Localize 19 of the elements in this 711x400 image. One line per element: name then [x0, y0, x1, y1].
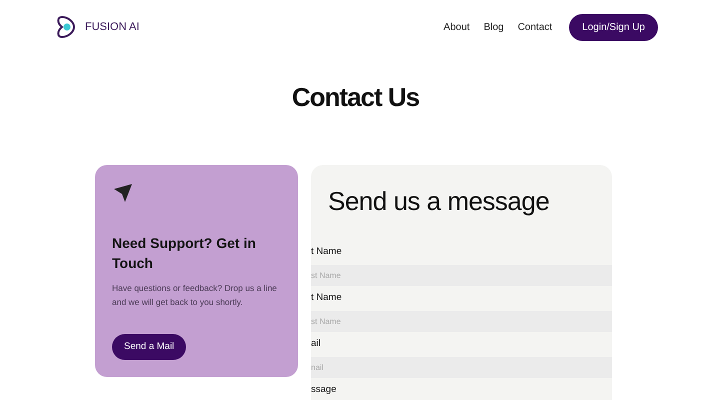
send-mail-button[interactable]: Send a Mail [112, 334, 186, 360]
input-field[interactable]: st Name [311, 265, 612, 286]
form-title: Send us a message [328, 185, 550, 218]
nav-link[interactable]: Blog [484, 20, 504, 34]
send-icon [113, 183, 133, 203]
login-button[interactable]: Login/Sign Up [569, 14, 658, 40]
nav-link[interactable]: About [444, 20, 470, 34]
field-label: ail [311, 337, 322, 351]
page-title: Contact Us [290, 81, 420, 114]
nav-link[interactable]: Contact [518, 20, 552, 34]
card-title: Need Support? Get in Touch [112, 234, 257, 273]
input-field[interactable]: st Name [311, 311, 612, 332]
field-label: ssage [311, 383, 338, 397]
brand-name: FUSION AI [85, 20, 140, 35]
field-label: t Name [311, 291, 343, 305]
input-field[interactable]: nail [311, 357, 612, 378]
field-label: t Name [311, 245, 343, 259]
card-text: Have questions or feedback? Drop us a line and we will get back to you shortly. [112, 282, 278, 309]
logo-icon [56, 15, 76, 39]
